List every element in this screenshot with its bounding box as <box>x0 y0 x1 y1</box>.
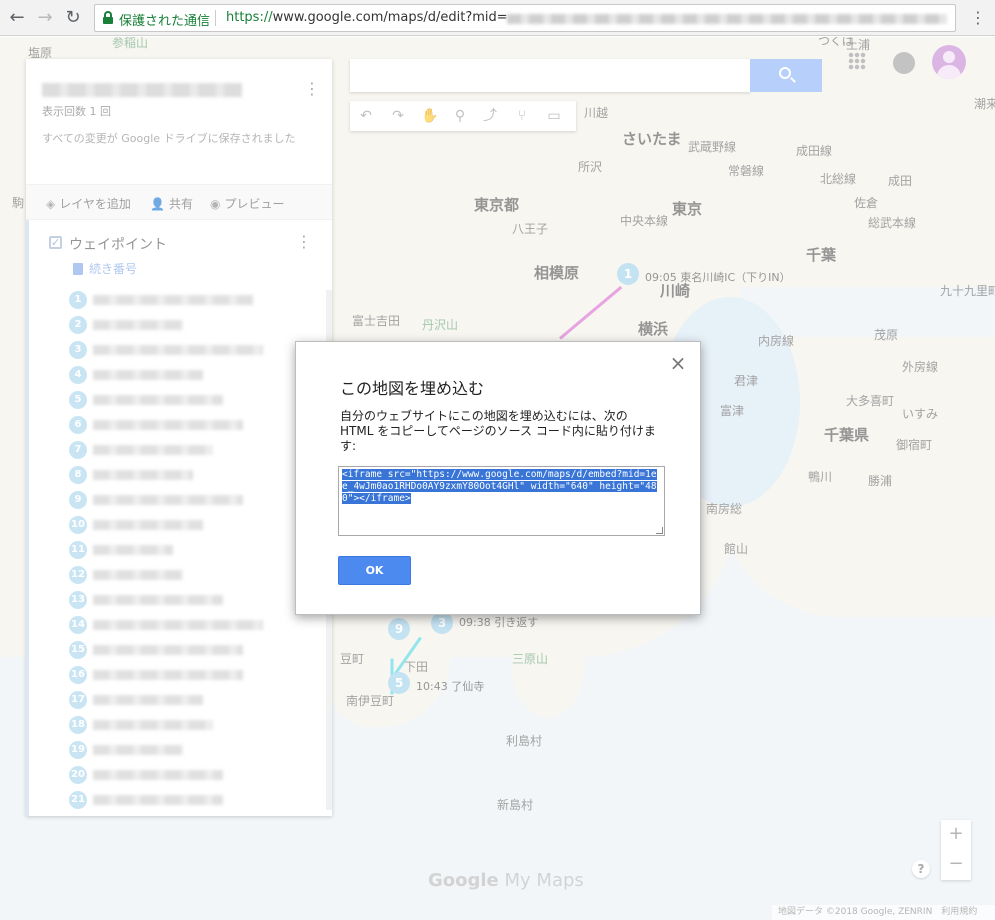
browser-menu-icon[interactable]: ⋮ <box>968 8 988 28</box>
forward-icon[interactable]: → <box>34 7 56 29</box>
browser-toolbar: ← → ↻ 保護された通信 https://www.google.com/map… <box>0 0 995 36</box>
embed-code-text: <iframe src="https://www.google.com/maps… <box>342 469 657 504</box>
close-icon[interactable]: × <box>669 353 687 373</box>
dialog-description: 自分のウェブサイトにこの地図を埋め込むには、次の HTML をコピーしてページの… <box>340 409 656 453</box>
resize-handle-icon[interactable] <box>656 527 663 534</box>
back-icon[interactable]: ← <box>6 7 28 29</box>
address-divider <box>215 10 216 26</box>
secure-label: 保護された通信 <box>119 14 211 29</box>
reload-icon[interactable]: ↻ <box>62 7 84 29</box>
embed-code-textarea[interactable]: <iframe src="https://www.google.com/maps… <box>338 466 665 536</box>
url-scheme: https:// <box>226 10 273 25</box>
ok-button[interactable]: OK <box>338 556 411 585</box>
embed-map-dialog: × この地図を埋め込む 自分のウェブサイトにこの地図を埋め込むには、次の HTM… <box>295 341 701 615</box>
url-host: www.google.com/maps/d/edit?mid= <box>272 10 508 25</box>
address-bar[interactable]: 保護された通信 https://www.google.com/maps/d/ed… <box>94 4 956 32</box>
url-redacted <box>507 14 947 24</box>
dialog-title: この地図を埋め込む <box>340 379 485 398</box>
url-text: https://www.google.com/maps/d/edit?mid= <box>226 10 508 25</box>
lock-icon <box>103 11 113 25</box>
